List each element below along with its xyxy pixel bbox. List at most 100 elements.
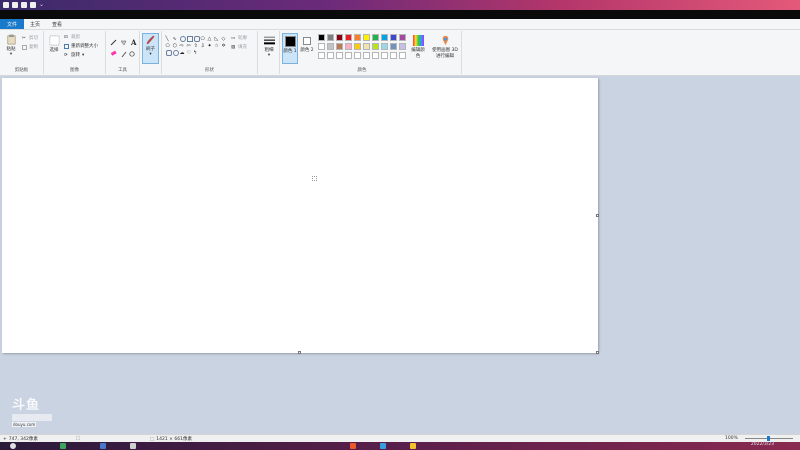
select-label: 选择 bbox=[49, 48, 59, 53]
color-swatch[interactable] bbox=[354, 43, 361, 50]
star6-shape-icon[interactable]: ✡ bbox=[222, 43, 228, 49]
rectangle-shape-icon[interactable] bbox=[186, 35, 193, 42]
oval-shape-icon[interactable] bbox=[179, 35, 186, 42]
tab-view[interactable]: 查看 bbox=[46, 19, 68, 29]
shapes-group-label: 形状 bbox=[205, 68, 214, 73]
color-swatch[interactable] bbox=[354, 34, 361, 41]
arrow-right-shape-icon[interactable]: ⇨ bbox=[180, 43, 186, 49]
color-swatch[interactable] bbox=[336, 34, 343, 41]
color-swatch[interactable] bbox=[345, 52, 352, 59]
redo-icon[interactable] bbox=[30, 2, 36, 8]
crosshair-icon: + bbox=[3, 436, 7, 442]
color-swatch[interactable] bbox=[336, 43, 343, 50]
color-swatch[interactable] bbox=[318, 52, 325, 59]
lightning-shape-icon[interactable]: ϟ bbox=[194, 50, 200, 56]
paint3d-button[interactable]: 使用画图 3D 进行编辑 bbox=[430, 35, 460, 59]
arrow-up-shape-icon[interactable]: ⇧ bbox=[194, 43, 200, 49]
color-swatch[interactable] bbox=[381, 52, 388, 59]
color-swatch[interactable] bbox=[390, 43, 397, 50]
rotate-icon: ⟳ bbox=[64, 52, 68, 58]
douyu-watermark: 斗鱼 douyu.com bbox=[12, 394, 56, 436]
canvas-workspace[interactable] bbox=[0, 77, 800, 434]
color-swatch[interactable] bbox=[363, 52, 370, 59]
color-swatch[interactable] bbox=[363, 43, 370, 50]
star4-shape-icon[interactable]: ✦ bbox=[208, 43, 214, 49]
color2-button[interactable]: 颜色 2 bbox=[300, 35, 314, 53]
resize-button[interactable]: 重新调整大小 bbox=[64, 43, 98, 49]
arrow-down-shape-icon[interactable]: ⇩ bbox=[201, 43, 207, 49]
line-shape-icon[interactable]: ╲ bbox=[166, 36, 172, 42]
resize-handle-bottom[interactable] bbox=[298, 351, 301, 354]
crop-button[interactable]: ⊡ 裁剪 bbox=[64, 34, 80, 41]
color-swatch[interactable] bbox=[381, 34, 388, 41]
app-icon[interactable] bbox=[100, 443, 106, 449]
color-swatch[interactable] bbox=[399, 34, 406, 41]
star5-shape-icon[interactable]: ☆ bbox=[215, 43, 221, 49]
app-icon[interactable] bbox=[130, 443, 136, 449]
start-icon[interactable] bbox=[10, 443, 16, 449]
color-swatch[interactable] bbox=[354, 52, 361, 59]
color-swatch[interactable] bbox=[327, 34, 334, 41]
resize-handle-corner[interactable] bbox=[596, 351, 599, 354]
save-icon[interactable] bbox=[12, 2, 18, 8]
color-swatch[interactable] bbox=[327, 43, 334, 50]
polygon-shape-icon[interactable]: ⬠ bbox=[201, 36, 207, 42]
color-swatch[interactable] bbox=[372, 34, 379, 41]
curve-shape-icon[interactable]: ∿ bbox=[173, 36, 179, 42]
color-swatch[interactable] bbox=[318, 43, 325, 50]
size-button[interactable]: 粗细 ▾ bbox=[261, 35, 277, 58]
color1-label: 颜色 1 bbox=[283, 49, 297, 54]
callout-oval-shape-icon[interactable] bbox=[172, 49, 179, 56]
diamond-shape-icon[interactable]: ◇ bbox=[222, 36, 228, 42]
color-swatch[interactable] bbox=[318, 34, 325, 41]
app-icon[interactable] bbox=[60, 443, 66, 449]
tab-file[interactable]: 文件 bbox=[0, 19, 25, 29]
callout-cloud-shape-icon[interactable]: ☁ bbox=[180, 50, 186, 56]
tab-home[interactable]: 主页 bbox=[24, 19, 46, 29]
undo-icon[interactable] bbox=[21, 2, 27, 8]
brush-button[interactable]: 刷子 ▾ bbox=[142, 33, 159, 64]
color1-button[interactable]: 颜色 1 bbox=[282, 33, 298, 64]
paste-button[interactable]: 粘贴 ▾ bbox=[3, 34, 19, 57]
shapes-gallery[interactable]: ╲ ∿ ⬠ △ ◺ ◇ ⬠ ⬡ ⇨ ⇦ ⇧ ⇩ ✦ ☆ ✡ ☁ ♡ ϟ bbox=[165, 35, 229, 56]
fill-button[interactable]: ▨ 填充 bbox=[231, 44, 247, 51]
watermark-box bbox=[12, 414, 52, 421]
select-button[interactable]: 选择 bbox=[47, 35, 61, 53]
chevron-down-icon[interactable]: ⌄ bbox=[39, 2, 44, 8]
color-swatch[interactable] bbox=[345, 43, 352, 50]
color-swatch[interactable] bbox=[390, 52, 397, 59]
color-swatch[interactable] bbox=[390, 34, 397, 41]
paint-app-icon bbox=[3, 2, 9, 8]
paint-taskbar-icon[interactable] bbox=[410, 443, 416, 449]
triangle-shape-icon[interactable]: △ bbox=[208, 36, 214, 42]
resize-handle-right[interactable] bbox=[596, 214, 599, 217]
color-swatch[interactable] bbox=[399, 52, 406, 59]
color-swatch[interactable] bbox=[345, 34, 352, 41]
arrow-left-shape-icon[interactable]: ⇦ bbox=[187, 43, 193, 49]
drawing-canvas[interactable] bbox=[2, 78, 598, 353]
color-swatch[interactable] bbox=[381, 43, 388, 50]
color-swatch[interactable] bbox=[372, 52, 379, 59]
clipboard-icon bbox=[7, 34, 15, 45]
color-swatch[interactable] bbox=[372, 43, 379, 50]
callout-rect-shape-icon[interactable] bbox=[165, 49, 172, 56]
color-swatch[interactable] bbox=[336, 52, 343, 59]
edit-colors-button[interactable]: 编辑颜色 bbox=[410, 35, 426, 59]
copy-button[interactable]: 复制 bbox=[22, 44, 38, 50]
zoom-slider-thumb[interactable] bbox=[767, 436, 770, 441]
rounded-rect-shape-icon[interactable] bbox=[193, 35, 200, 42]
outline-button[interactable]: ▭ 轮廓 bbox=[231, 35, 247, 42]
right-triangle-shape-icon[interactable]: ◺ bbox=[215, 36, 221, 42]
rotate-button[interactable]: ⟳ 旋转 ▾ bbox=[64, 52, 84, 59]
app-icon[interactable] bbox=[380, 443, 386, 449]
tools-group: A 工具 bbox=[106, 31, 140, 74]
color-swatch[interactable] bbox=[399, 43, 406, 50]
tools-icons[interactable]: A bbox=[109, 37, 137, 61]
heart-shape-icon[interactable]: ♡ bbox=[187, 50, 193, 56]
app-icon[interactable] bbox=[350, 443, 356, 449]
cut-button[interactable]: ✂ 剪切 bbox=[22, 35, 38, 42]
pentagon-shape-icon[interactable]: ⬠ bbox=[166, 43, 172, 49]
color-swatch[interactable] bbox=[363, 34, 370, 41]
color-swatch[interactable] bbox=[327, 52, 334, 59]
hexagon-shape-icon[interactable]: ⬡ bbox=[173, 43, 179, 49]
